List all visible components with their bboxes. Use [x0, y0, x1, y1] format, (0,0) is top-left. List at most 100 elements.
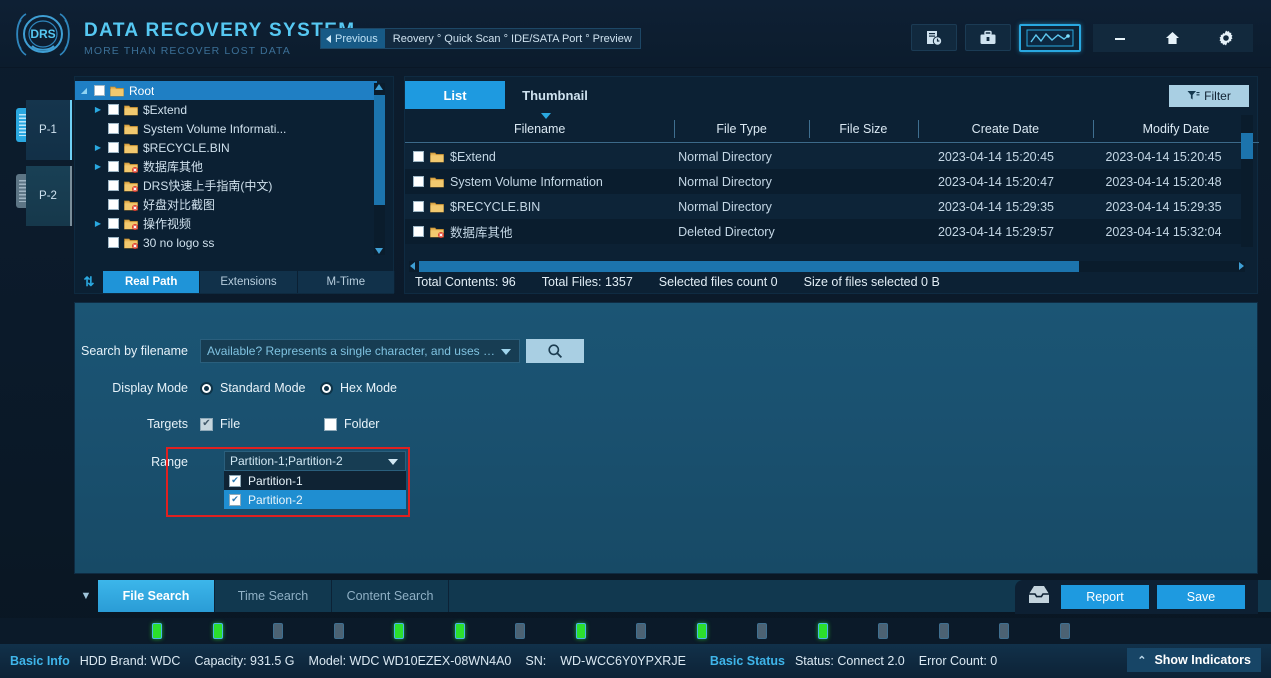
tree-node-checkbox[interactable]: [108, 161, 119, 172]
tree-node[interactable]: ◢ Root: [75, 81, 377, 100]
tab-content-search[interactable]: Content Search: [332, 580, 449, 612]
checkbox-icon-checked: [229, 493, 241, 506]
tab-time-search[interactable]: Time Search: [215, 580, 332, 612]
directory-tree-list[interactable]: ◢ Root ▶ $Extend · System Volume Informati...…: [75, 81, 377, 256]
waveform-icon-button[interactable]: [1019, 24, 1081, 52]
tab-thumbnail[interactable]: Thumbnail: [505, 81, 605, 109]
inbox-icon[interactable]: [1025, 582, 1053, 613]
report-clock-icon-button[interactable]: [911, 24, 957, 51]
toolbox-icon-button[interactable]: [965, 24, 1011, 51]
caret-collapsed-icon[interactable]: ▶: [93, 143, 103, 152]
tree-node-label: Root: [129, 83, 155, 98]
tree-tab-real-path[interactable]: Real Path: [103, 271, 201, 293]
file-view-tabs: List Thumbnail: [405, 81, 605, 109]
scrollbar-thumb[interactable]: [374, 95, 385, 205]
radio-hex-mode[interactable]: Hex Mode: [320, 381, 397, 395]
row-checkbox[interactable]: [413, 176, 424, 187]
range-dropdown-button[interactable]: Partition-1;Partition-2: [224, 451, 406, 471]
brand-subtitle: MORE THAN RECOVER LOST DATA: [84, 45, 291, 57]
partition-item-p1[interactable]: P-1: [26, 100, 72, 160]
tree-node[interactable]: · System Volume Informati...: [75, 119, 377, 138]
search-button[interactable]: [526, 339, 584, 363]
range-dropdown-list[interactable]: Partition-1 Partition-2: [224, 471, 406, 509]
tree-node-checkbox[interactable]: [108, 199, 119, 210]
tree-node[interactable]: ▶ 操作视频: [75, 214, 377, 233]
checkbox-icon-checked: [229, 474, 241, 487]
scrollbar-thumb[interactable]: [1241, 133, 1253, 159]
tab-file-search[interactable]: File Search: [98, 580, 215, 612]
tree-node-checkbox[interactable]: [108, 142, 119, 153]
tree-vertical-scrollbar[interactable]: [374, 83, 385, 255]
show-indicators-button[interactable]: ⌃ Show Indicators: [1127, 648, 1261, 672]
minimize-icon[interactable]: [1100, 24, 1140, 52]
window-controls: [1093, 24, 1253, 52]
tree-node-checkbox[interactable]: [108, 104, 119, 115]
caret-collapsed-icon[interactable]: ▶: [93, 219, 103, 228]
chevron-down-icon[interactable]: [501, 349, 511, 355]
checkbox-target-file[interactable]: File: [200, 417, 324, 431]
indicator-led: [273, 623, 283, 639]
tree-tab-m-time[interactable]: M-Time: [297, 271, 395, 293]
file-list-rows[interactable]: $Extend Normal Directory 2023-04-14 15:20:…: [405, 144, 1245, 244]
filter-button[interactable]: Filter: [1169, 85, 1249, 107]
chevron-down-icon[interactable]: [388, 459, 398, 465]
table-row[interactable]: 数据库其他 Deleted Directory 2023-04-14 15:29:5…: [405, 219, 1245, 244]
tree-node[interactable]: ▶ $RECYCLE.BIN: [75, 138, 377, 157]
chevron-down-icon[interactable]: ▼: [74, 580, 98, 612]
row-checkbox[interactable]: [413, 151, 424, 162]
caret-collapsed-icon[interactable]: ▶: [93, 105, 103, 114]
scroll-up-arrow-icon[interactable]: [375, 84, 383, 90]
home-icon[interactable]: [1153, 24, 1193, 52]
tree-node[interactable]: ·WinHex: [75, 252, 377, 257]
gear-icon[interactable]: [1206, 24, 1246, 52]
table-row[interactable]: $Extend Normal Directory 2023-04-14 15:20:…: [405, 144, 1245, 169]
table-row[interactable]: System Volume Information Normal Director…: [405, 169, 1245, 194]
tree-node-checkbox[interactable]: [108, 237, 119, 248]
tree-node[interactable]: · 30 no logo ss: [75, 233, 377, 252]
column-header-create-date[interactable]: Create Date: [917, 115, 1093, 143]
radio-standard-mode[interactable]: Standard Mode: [200, 381, 320, 395]
sort-updown-icon[interactable]: ⇅: [75, 274, 103, 290]
column-header-filename[interactable]: Filename: [405, 115, 674, 143]
indicator-led: [817, 623, 828, 639]
caret-collapsed-icon[interactable]: ▶: [93, 162, 103, 171]
row-checkbox[interactable]: [413, 226, 424, 237]
tree-node-checkbox[interactable]: [108, 180, 119, 191]
file-list-vertical-scrollbar[interactable]: [1241, 115, 1253, 247]
scroll-down-arrow-icon[interactable]: [375, 248, 383, 254]
caret-expanded-icon[interactable]: ◢: [79, 86, 89, 95]
row-checkbox[interactable]: [413, 201, 424, 212]
checkbox-icon-checked: [200, 417, 213, 431]
column-header-file-type[interactable]: File Type: [674, 115, 809, 143]
tree-node-checkbox[interactable]: [108, 123, 119, 134]
tree-tab-extensions[interactable]: Extensions: [200, 271, 298, 293]
cell-filename: 数据库其他: [405, 222, 670, 241]
tree-node-label: DRS快速上手指南(中文): [143, 179, 273, 193]
range-option-partition-1[interactable]: Partition-1: [224, 471, 406, 490]
search-filename-input[interactable]: Available? Represents a single character…: [200, 339, 520, 363]
connection-status: Status: Connect 2.0: [794, 654, 905, 668]
tree-node[interactable]: · 好盘对比截图: [75, 195, 377, 214]
tree-node-checkbox[interactable]: [108, 218, 119, 229]
column-header-modify-date[interactable]: Modify Date: [1093, 115, 1259, 143]
tree-node[interactable]: ▶ 数据库其他: [75, 157, 377, 176]
partition-item-p2[interactable]: P-2: [26, 166, 72, 226]
tab-list[interactable]: List: [405, 81, 505, 109]
cell-filetype: Normal Directory: [678, 174, 772, 189]
table-row[interactable]: $RECYCLE.BIN Normal Directory 2023-04-14 1…: [405, 194, 1245, 219]
tree-node-label: 30 no logo ss: [143, 235, 215, 250]
checkbox-target-folder[interactable]: Folder: [324, 417, 379, 431]
tree-node[interactable]: ▶ $Extend: [75, 100, 377, 119]
scroll-right-arrow-icon[interactable]: [1239, 262, 1244, 270]
indicator-led-row: [0, 618, 1271, 644]
tree-node-checkbox[interactable]: [94, 85, 105, 96]
tree-node[interactable]: · DRS快速上手指南(中文): [75, 176, 377, 195]
report-button[interactable]: Report: [1061, 585, 1149, 609]
range-option-partition-2[interactable]: Partition-2: [224, 490, 406, 509]
save-button[interactable]: Save: [1157, 585, 1245, 609]
previous-button[interactable]: Previous: [321, 29, 385, 48]
scroll-left-arrow-icon[interactable]: [410, 262, 415, 270]
column-header-file-size[interactable]: File Size: [808, 115, 918, 143]
caret-placeholder-icon: ·: [93, 200, 103, 209]
cell-create: 2023-04-14 15:20:45: [937, 149, 1055, 164]
